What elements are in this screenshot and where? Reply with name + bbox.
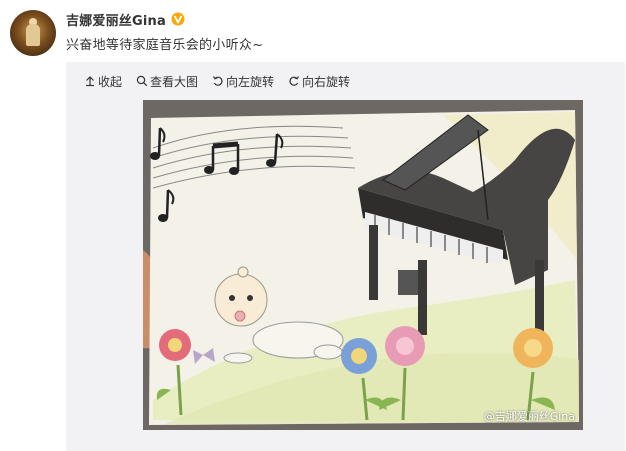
drawing-illustration [143,100,583,430]
view-large-button[interactable]: 查看大图 [136,73,198,90]
avatar-figure [26,24,40,46]
post-text: 兴奋地等待家庭音乐会的小听众~ [66,38,264,53]
collapse-button[interactable]: 收起 [84,73,122,90]
rotate-left-button[interactable]: 向左旋转 [212,73,274,90]
verified-badge-icon [171,12,185,26]
image-watermark: @吉娜爱丽丝Gina [484,408,575,424]
username-link[interactable]: 吉娜爱丽丝Gina [66,10,166,29]
rotate-left-icon [213,76,223,86]
rotate-right-icon [289,76,300,86]
arrow-up-icon [86,76,94,87]
rotate-right-button[interactable]: 向右旋转 [288,73,350,90]
view-large-label: 查看大图 [150,74,199,89]
rotate-right-label: 向右旋转 [302,74,351,89]
weibo-post: 吉娜爱丽丝Gina 兴奋地等待家庭音乐会的小听众~ 收起 查看大图 向左旋转 向… [0,0,626,451]
user-avatar[interactable] [10,10,56,56]
name-row: 吉娜爱丽丝Gina [66,10,185,29]
post-image[interactable]: @吉娜爱丽丝Gina [143,100,583,430]
watermark-text: @吉娜爱丽丝Gina [483,410,575,423]
collapse-label: 收起 [98,74,123,89]
rotate-left-label: 向左旋转 [226,74,275,89]
magnifier-icon [136,75,148,87]
media-toolbar: 收起 查看大图 向左旋转 向右旋转 [84,72,350,90]
media-expanded-box: 收起 查看大图 向左旋转 向右旋转 @吉娜爱丽丝Gina [66,62,625,451]
